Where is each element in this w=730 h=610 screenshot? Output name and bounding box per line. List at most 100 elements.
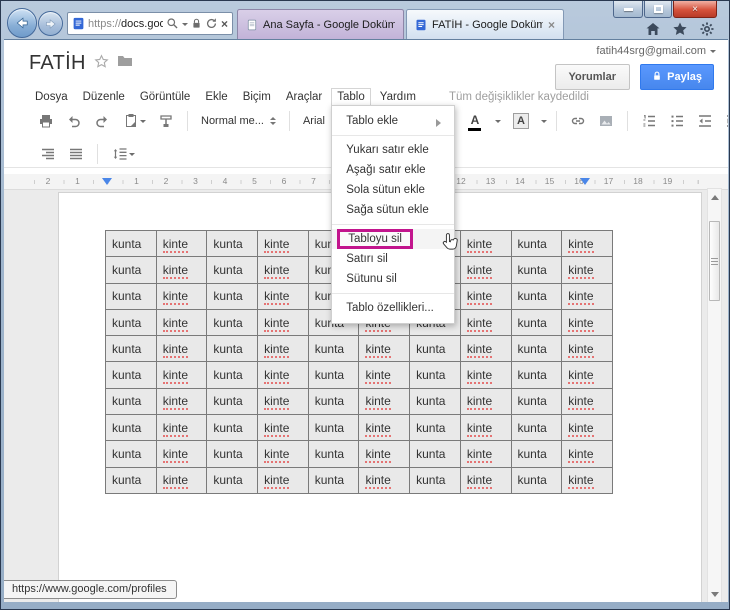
table-cell[interactable]: kinte: [561, 440, 613, 468]
style-dropdown[interactable]: Normal me...: [197, 109, 280, 133]
minimize-button[interactable]: [613, 1, 643, 18]
table-cell[interactable]: kunta: [510, 387, 563, 416]
table-cell[interactable]: kunta: [206, 466, 259, 494]
table-cell[interactable]: kinte: [561, 229, 613, 258]
table-cell[interactable]: kinte: [257, 361, 309, 389]
insert-image-button[interactable]: [594, 109, 618, 133]
share-button[interactable]: Paylaş: [640, 64, 714, 90]
account-menu[interactable]: fatih44srg@gmail.com: [596, 45, 716, 57]
table-cell[interactable]: kinte: [561, 282, 613, 310]
table-cell[interactable]: kinte: [358, 414, 411, 442]
close-button[interactable]: ×: [673, 1, 717, 18]
menu-item-sat-r-sil[interactable]: Satırı sil: [332, 249, 454, 269]
table-cell[interactable]: kinte: [257, 466, 309, 494]
table-cell[interactable]: kunta: [409, 414, 461, 442]
table-cell[interactable]: kinte: [155, 387, 208, 416]
table-cell[interactable]: kinte: [155, 466, 208, 494]
increase-indent-button[interactable]: [721, 109, 728, 133]
print-button[interactable]: [34, 109, 58, 133]
menu-bi-im[interactable]: Biçim: [237, 88, 277, 106]
table-cell[interactable]: kinte: [459, 387, 512, 416]
table-cell[interactable]: kinte: [459, 466, 512, 494]
menu-yard-m[interactable]: Yardım: [374, 88, 422, 106]
star-document-icon[interactable]: [94, 53, 109, 74]
highlight-color-button[interactable]: A: [505, 109, 537, 133]
document-title[interactable]: FATİH: [29, 52, 86, 75]
table-cell[interactable]: kinte: [155, 308, 208, 337]
folder-icon[interactable]: [117, 54, 133, 73]
table-cell[interactable]: kinte: [358, 387, 411, 416]
table-cell[interactable]: kunta: [510, 335, 563, 363]
vertical-scrollbar[interactable]: [707, 188, 722, 602]
bulleted-list-button[interactable]: [665, 109, 689, 133]
table-cell[interactable]: kinte: [459, 229, 512, 258]
menu-d-zenle[interactable]: Düzenle: [77, 88, 131, 106]
table-cell[interactable]: kinte: [561, 335, 613, 363]
home-icon[interactable]: [645, 21, 661, 37]
table-cell[interactable]: kunta: [206, 361, 259, 389]
table-cell[interactable]: kinte: [561, 387, 613, 416]
table-cell[interactable]: kinte: [257, 335, 309, 363]
menu-dosya[interactable]: Dosya: [29, 88, 74, 106]
table-cell[interactable]: kinte: [561, 414, 613, 442]
table-cell[interactable]: kunta: [510, 282, 563, 310]
table-cell[interactable]: kinte: [257, 440, 309, 468]
forward-button[interactable]: [38, 11, 63, 36]
table-cell[interactable]: kinte: [155, 414, 208, 442]
table-cell[interactable]: kinte: [358, 466, 411, 494]
table-cell[interactable]: kinte: [459, 256, 512, 284]
table-cell[interactable]: kunta: [105, 440, 157, 468]
refresh-icon[interactable]: [205, 17, 218, 30]
indent-marker-icon[interactable]: [102, 178, 112, 190]
address-bar[interactable]: https://docs.goo... ×: [67, 12, 233, 35]
table-cell[interactable]: kunta: [307, 361, 360, 389]
menu-item-a-a-sat-r-ekle[interactable]: Aşağı satır ekle: [332, 160, 454, 180]
table-cell[interactable]: kunta: [206, 335, 259, 363]
table-cell[interactable]: kinte: [257, 256, 309, 284]
decrease-indent-button[interactable]: [693, 109, 717, 133]
maximize-button[interactable]: [644, 1, 672, 18]
menu-ekle[interactable]: Ekle: [199, 88, 233, 106]
table-cell[interactable]: kunta: [510, 440, 563, 468]
table-cell[interactable]: kinte: [459, 335, 512, 363]
table-cell[interactable]: kinte: [561, 361, 613, 389]
table-cell[interactable]: kinte: [257, 387, 309, 416]
table-cell[interactable]: kinte: [257, 308, 309, 337]
table-cell[interactable]: kunta: [206, 282, 259, 310]
text-color-button[interactable]: A: [459, 109, 491, 133]
table-cell[interactable]: kinte: [257, 229, 309, 258]
text-color-dropdown-icon[interactable]: [494, 120, 501, 126]
table-cell[interactable]: kunta: [105, 414, 157, 442]
table-cell[interactable]: kinte: [155, 440, 208, 468]
table-cell[interactable]: kunta: [307, 335, 360, 363]
table-cell[interactable]: kunta: [409, 466, 461, 494]
justify-button[interactable]: [64, 142, 88, 166]
table-cell[interactable]: kunta: [206, 229, 259, 258]
indent-marker-icon[interactable]: [579, 178, 590, 190]
table-cell[interactable]: kunta: [105, 466, 157, 494]
stop-icon[interactable]: ×: [221, 18, 228, 30]
redo-button[interactable]: [90, 109, 114, 133]
favorites-star-icon[interactable]: [672, 21, 688, 37]
font-dropdown[interactable]: Arial: [299, 109, 329, 133]
table-cell[interactable]: kinte: [561, 308, 613, 337]
table-cell[interactable]: kunta: [510, 414, 563, 442]
table-cell[interactable]: kunta: [510, 361, 563, 389]
insert-link-button[interactable]: [566, 109, 590, 133]
table-cell[interactable]: kinte: [155, 282, 208, 310]
table-cell[interactable]: kinte: [155, 361, 208, 389]
table-cell[interactable]: kinte: [358, 440, 411, 468]
undo-button[interactable]: [62, 109, 86, 133]
table-cell[interactable]: kinte: [459, 361, 512, 389]
table-cell[interactable]: kunta: [105, 229, 157, 258]
table-cell[interactable]: kunta: [510, 466, 563, 494]
menu-item-sa-a-s-tun-ekle[interactable]: Sağa sütun ekle: [332, 200, 454, 220]
line-spacing-button[interactable]: [107, 142, 139, 166]
table-cell[interactable]: kinte: [155, 229, 208, 258]
table-cell[interactable]: kunta: [105, 256, 157, 284]
back-button[interactable]: [7, 8, 37, 38]
paint-format-dropdown-icon[interactable]: [139, 120, 146, 126]
table-cell[interactable]: kunta: [409, 387, 461, 416]
table-cell[interactable]: kunta: [409, 361, 461, 389]
menu-g-r-nt-le[interactable]: Görüntüle: [134, 88, 197, 106]
